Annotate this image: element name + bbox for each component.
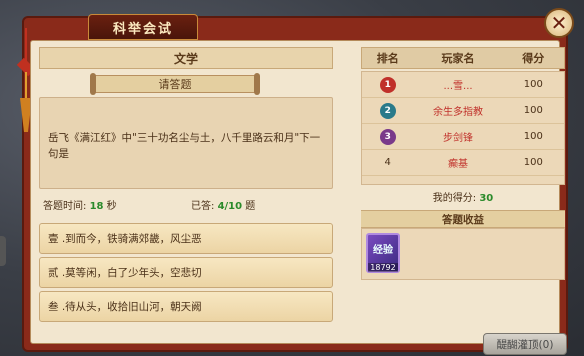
close-button[interactable]: ✕ xyxy=(544,8,574,38)
answer-option-1[interactable]: 壹 .到而今，铁骑满郊畿，风尘恶 xyxy=(39,223,333,254)
time-value: 18 xyxy=(89,201,104,212)
scroll-rod-left xyxy=(90,73,96,95)
answered-label: 已答: xyxy=(191,201,215,212)
question-category: 文学 xyxy=(39,47,333,69)
ranking-panel: 排名 玩家名 得分 1 ...雪... 100 2 余生多指教 100 3 步剑… xyxy=(361,47,567,355)
prompt-label: 请答题 xyxy=(158,78,192,91)
answer-option-2[interactable]: 贰 .莫等闲，白了少年头，空悲切 xyxy=(39,257,333,288)
exam-window: 科举会试 ✕ 文学 请答题 岳飞《满江红》中"三十功名尘与土，八千里路云和月"下… xyxy=(16,8,574,355)
ranking-header: 排名 玩家名 得分 xyxy=(361,47,565,69)
player-score: 100 xyxy=(523,131,543,142)
my-score-label: 我的得分: xyxy=(432,193,477,204)
question-text: 岳飞《满江红》中"三十功名尘与土，八千里路云和月"下一句是 xyxy=(48,132,321,160)
player-column-header: 玩家名 xyxy=(441,52,475,65)
close-icon: ✕ xyxy=(550,11,568,35)
player-name: 余生多指教 xyxy=(433,107,484,118)
answered-value: 4/10 xyxy=(217,201,243,212)
content-area: 文学 请答题 岳飞《满江红》中"三十功名尘与土，八千里路云和月"下一句是 答题时… xyxy=(30,40,567,355)
player-score: 100 xyxy=(523,79,543,90)
table-row: 3 步剑锋 100 xyxy=(362,124,564,150)
player-name: 步剑锋 xyxy=(443,133,474,144)
exp-count: 18792 xyxy=(368,263,398,272)
answer-option-3[interactable]: 叁 .待从头，收拾旧山河，朝天阙 xyxy=(39,291,333,322)
time-info: 答题时间: 18 秒 xyxy=(43,197,117,212)
time-label: 答题时间: xyxy=(43,201,87,212)
gold-medal-icon: 1 xyxy=(379,76,396,93)
bronze-medal-icon: 3 xyxy=(379,128,396,145)
player-score: 100 xyxy=(523,105,543,116)
answered-unit: 题 xyxy=(245,201,256,212)
table-row: 4 癫基 100 xyxy=(362,150,564,176)
exp-label: 经验 xyxy=(373,245,393,256)
score-column-header: 得分 xyxy=(522,52,545,65)
prompt-scroll: 请答题 xyxy=(90,73,260,95)
side-handle[interactable] xyxy=(0,236,6,266)
enlighten-button[interactable]: 醍醐灌顶(0) xyxy=(483,333,567,355)
rank-column-header: 排名 xyxy=(376,52,399,65)
silver-medal-icon: 2 xyxy=(379,102,396,119)
my-score-value: 30 xyxy=(479,193,494,204)
player-name: ...雪... xyxy=(443,81,473,92)
scroll-rod-right xyxy=(254,73,260,95)
my-score: 我的得分: 30 xyxy=(361,189,565,204)
player-name: 癫基 xyxy=(448,159,469,170)
window-title: 科举会试 xyxy=(88,14,198,40)
option-label: 叁 .待从头，收拾旧山河，朝天阙 xyxy=(48,301,202,313)
answered-info: 已答: 4/10 题 xyxy=(191,197,255,212)
table-row: 2 余生多指教 100 xyxy=(362,98,564,124)
player-score: 100 xyxy=(523,157,543,168)
option-label: 贰 .莫等闲，白了少年头，空悲切 xyxy=(48,267,202,279)
question-text-box: 岳飞《满江红》中"三十功名尘与土，八千里路云和月"下一句是 xyxy=(39,97,333,189)
option-label: 壹 .到而今，铁骑满郊畿，风尘恶 xyxy=(48,233,202,245)
exp-reward-item[interactable]: 经验 18792 xyxy=(366,233,400,273)
question-panel: 文学 请答题 岳飞《满江红》中"三十功名尘与土，八千里路云和月"下一句是 答题时… xyxy=(39,47,333,351)
reward-box: 经验 18792 xyxy=(361,228,565,280)
ranking-list[interactable]: 1 ...雪... 100 2 余生多指教 100 3 步剑锋 100 4 癫基 xyxy=(361,71,565,185)
time-unit: 秒 xyxy=(106,201,117,212)
player-rank: 4 xyxy=(384,157,391,168)
reward-header: 答题收益 xyxy=(361,210,565,228)
table-row: 1 ...雪... 100 xyxy=(362,72,564,98)
